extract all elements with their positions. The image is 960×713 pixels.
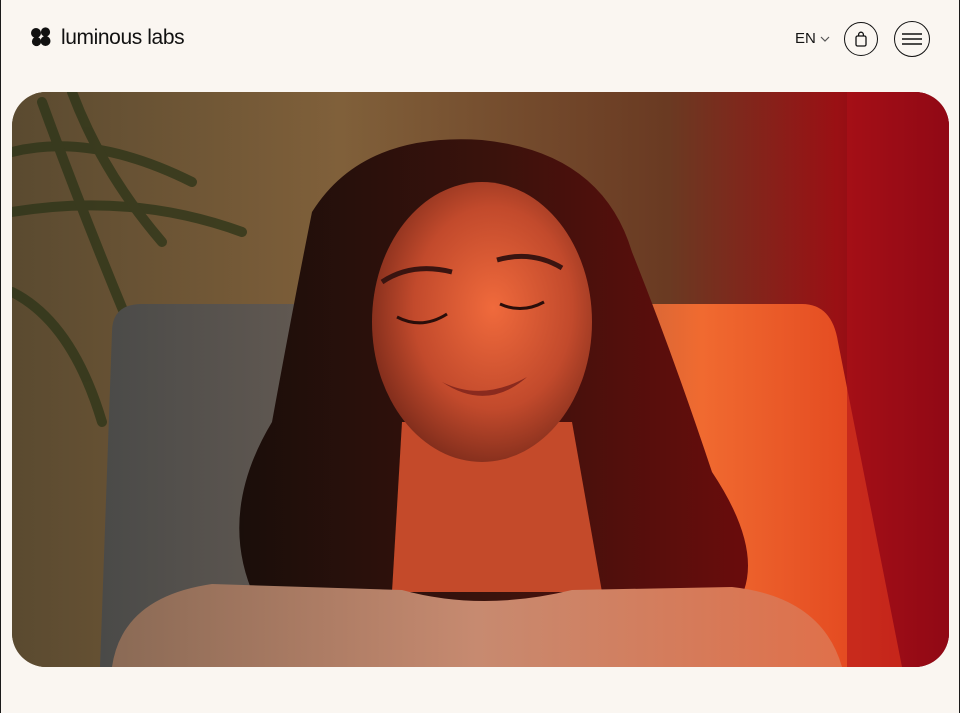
hamburger-menu-icon [902,33,922,45]
shopping-bag-icon [855,31,867,47]
language-selector[interactable]: EN [795,30,831,47]
language-label: EN [795,30,816,47]
site-header: luminous labs EN [0,0,960,78]
menu-button[interactable] [894,21,930,57]
hero-photo [12,92,949,667]
brand-name: luminous labs [61,25,185,49]
four-dots-logo-icon [31,27,51,47]
brand-home-link[interactable]: luminous labs [30,25,185,49]
cart-button[interactable] [844,22,878,56]
hero-image [12,92,949,667]
chevron-down-icon [820,36,830,42]
